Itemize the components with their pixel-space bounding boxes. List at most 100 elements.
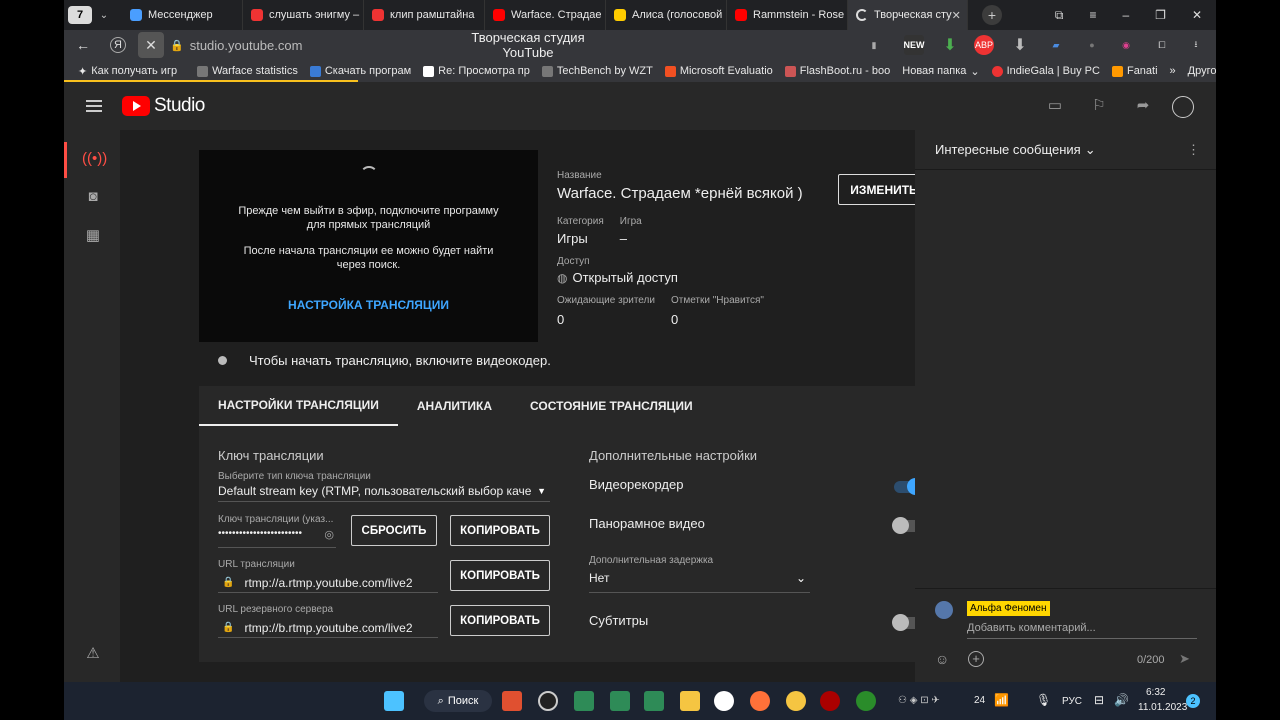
stream-url-field[interactable]: 🔒 rtmp://a.rtmp.youtube.com/live2 xyxy=(218,573,438,593)
windows-start-icon[interactable] xyxy=(384,691,404,711)
messenger-icon xyxy=(130,9,142,21)
app-icon[interactable] xyxy=(644,691,664,711)
yandex-home-icon[interactable]: Я xyxy=(110,37,126,53)
youtube-studio-logo[interactable]: Studio xyxy=(122,95,205,117)
app-icon[interactable] xyxy=(610,691,630,711)
category-label: Категория xyxy=(557,216,604,227)
address-bar: ← Я ✕ 🔒 studio.youtube.com Творческая ст… xyxy=(64,30,1216,60)
close-icon[interactable]: ✕ xyxy=(952,9,961,22)
clock-date[interactable]: 11.01.2023 xyxy=(1138,702,1187,713)
close-window-icon[interactable]: ✕ xyxy=(1192,8,1202,23)
file-explorer-icon[interactable] xyxy=(680,691,700,711)
browser-tab[interactable]: клип рамштайна xyxy=(364,0,485,30)
bookmark-item[interactable]: FlashBoot.ru - boo xyxy=(779,65,897,77)
app-icon[interactable] xyxy=(574,691,594,711)
tab-count-badge[interactable]: 7 xyxy=(68,6,92,24)
browser-tab[interactable]: Warface. Страдае xyxy=(485,0,606,30)
flag-extension-icon[interactable]: ▰ xyxy=(1046,35,1066,55)
avatar[interactable] xyxy=(1172,96,1194,118)
star-icon: ✦ xyxy=(78,65,88,78)
bookmark-item[interactable]: ✦ Как получать игр xyxy=(72,65,183,78)
backup-url-field[interactable]: 🔒 rtmp://b.rtmp.youtube.com/live2 xyxy=(218,618,438,638)
tray-icons: ⚇ ◈ ⊡ ✈ xyxy=(898,695,940,706)
key-type-select[interactable]: Default stream key (RTMP, пользовательск… xyxy=(218,484,550,502)
latency-select[interactable]: Нет ⌄ xyxy=(589,571,810,593)
stream-setup-link[interactable]: НАСТРОЙКА ТРАНСЛЯЦИИ xyxy=(199,298,538,312)
stream-key-field[interactable]: •••••••••••••••••••••••• ◎ xyxy=(218,528,336,548)
tab-stream-health[interactable]: СОСТОЯНИЕ ТРАНСЛЯЦИИ xyxy=(511,386,712,426)
download-extension-icon[interactable]: ⬇ xyxy=(940,35,960,55)
msi-icon[interactable] xyxy=(820,691,840,711)
bookmark-item[interactable]: Microsoft Evaluatio xyxy=(659,65,779,77)
microphone-icon[interactable]: 🎙 xyxy=(1036,693,1051,707)
clock-time[interactable]: 6:32 xyxy=(1146,687,1165,698)
back-icon[interactable]: ← xyxy=(70,32,96,58)
more-options-icon[interactable]: ⋮ xyxy=(1187,142,1200,158)
reset-button[interactable]: СБРОСИТЬ xyxy=(351,515,437,546)
bookmark-item[interactable]: Скачать програм xyxy=(304,65,417,77)
feedback-icon[interactable]: ⚠ xyxy=(82,644,104,664)
bookmark-icon[interactable]: ▮ xyxy=(864,35,884,55)
taskbar-search[interactable]: ⌕ Поиск xyxy=(424,690,492,712)
other-bookmarks[interactable]: Другое⌄ xyxy=(1182,65,1216,78)
browser-tab[interactable]: Мессенджер xyxy=(122,0,243,30)
copy-url-button[interactable]: КОПИРОВАТЬ xyxy=(450,560,550,591)
tab-stream-settings[interactable]: НАСТРОЙКИ ТРАНСЛЯЦИИ xyxy=(199,386,398,426)
wifi-icon[interactable]: ⊟ xyxy=(1094,693,1104,707)
extension-icon[interactable]: ● xyxy=(1082,35,1102,55)
settings-tabs: НАСТРОЙКИ ТРАНСЛЯЦИИ АНАЛИТИКА СОСТОЯНИЕ… xyxy=(199,386,954,426)
notification-badge[interactable]: 2 xyxy=(1186,694,1200,708)
add-icon[interactable]: + xyxy=(968,651,984,667)
browser-tab[interactable]: слушать энигму – xyxy=(243,0,364,30)
volume-icon[interactable]: 🔊 xyxy=(1114,693,1129,707)
save-extension-icon[interactable]: ⬇ xyxy=(1010,35,1030,55)
bookmark-item[interactable]: Re: Просмотра пр xyxy=(417,65,536,77)
speaker-app-icon[interactable] xyxy=(502,691,522,711)
puzzle-icon[interactable]: ⧠ xyxy=(1152,35,1172,55)
chat-header[interactable]: Интересные сообщения ⌄ ⋮ xyxy=(915,130,1216,170)
bookmark-item[interactable]: Warface statistics xyxy=(191,65,304,77)
live-stream-icon[interactable]: ((•)) xyxy=(82,150,107,170)
network-icon[interactable]: 📶 xyxy=(994,693,1009,707)
firefox-icon[interactable] xyxy=(750,691,770,711)
downloads-icon[interactable]: ⭳ xyxy=(1186,35,1206,55)
chevron-down-icon[interactable]: ⌄ xyxy=(96,10,112,21)
emoji-icon[interactable]: ☺ xyxy=(935,651,949,667)
extension-new-icon[interactable]: NEW xyxy=(904,35,925,55)
maximize-icon[interactable]: ❐ xyxy=(1155,8,1166,23)
browser-tab-active[interactable]: Творческая сту ✕ xyxy=(848,0,968,30)
clapper-icon[interactable]: ▭ xyxy=(1044,96,1066,116)
browser-tab[interactable]: Rammstein - Rose xyxy=(727,0,848,30)
bookmark-item[interactable]: IndieGala | Buy PC xyxy=(986,65,1106,77)
adblock-icon[interactable]: ABP xyxy=(974,35,994,55)
calendar-icon[interactable]: ▦ xyxy=(82,226,104,246)
url-field[interactable]: studio.youtube.com xyxy=(190,38,310,53)
xbox-icon[interactable] xyxy=(856,691,876,711)
stop-loading-button[interactable]: ✕ xyxy=(138,32,164,58)
vpn-extension-icon[interactable]: ◉ xyxy=(1116,35,1136,55)
visibility-off-icon[interactable]: ◎ xyxy=(324,528,334,541)
collections-icon[interactable]: ⧉ xyxy=(1055,8,1064,23)
minimize-icon[interactable]: – xyxy=(1122,8,1129,23)
bookmark-folder[interactable]: Новая папка ⌄ xyxy=(896,65,985,78)
copy-key-button[interactable]: КОПИРОВАТЬ xyxy=(450,515,550,546)
camera-icon[interactable]: ◙ xyxy=(82,188,104,208)
latency-value: Нет xyxy=(589,571,610,585)
copy-backup-url-button[interactable]: КОПИРОВАТЬ xyxy=(450,605,550,636)
obs-icon[interactable] xyxy=(538,691,558,711)
send-icon[interactable]: ➤ xyxy=(1179,651,1190,667)
bookmark-item[interactable]: TechBench by WZT xyxy=(536,65,659,77)
more-bookmarks-icon[interactable]: » xyxy=(1164,65,1182,77)
browser-tab[interactable]: Алиса (голосовой xyxy=(606,0,727,30)
bookmark-item[interactable]: Fanati xyxy=(1106,65,1164,77)
new-tab-button[interactable]: + xyxy=(982,5,1002,25)
share-icon[interactable]: ➦ xyxy=(1132,96,1154,116)
app-icon[interactable] xyxy=(786,691,806,711)
language-indicator[interactable]: РУС xyxy=(1062,696,1082,707)
comment-input[interactable]: Добавить комментарий... xyxy=(967,622,1197,639)
tab-analytics[interactable]: АНАЛИТИКА xyxy=(398,386,511,426)
bookmark-outline-icon[interactable]: ⚐ xyxy=(1088,96,1110,116)
hamburger-menu-icon[interactable] xyxy=(86,97,102,115)
yandex-browser-icon[interactable] xyxy=(714,691,734,711)
menu-icon[interactable]: ≡ xyxy=(1089,8,1096,23)
